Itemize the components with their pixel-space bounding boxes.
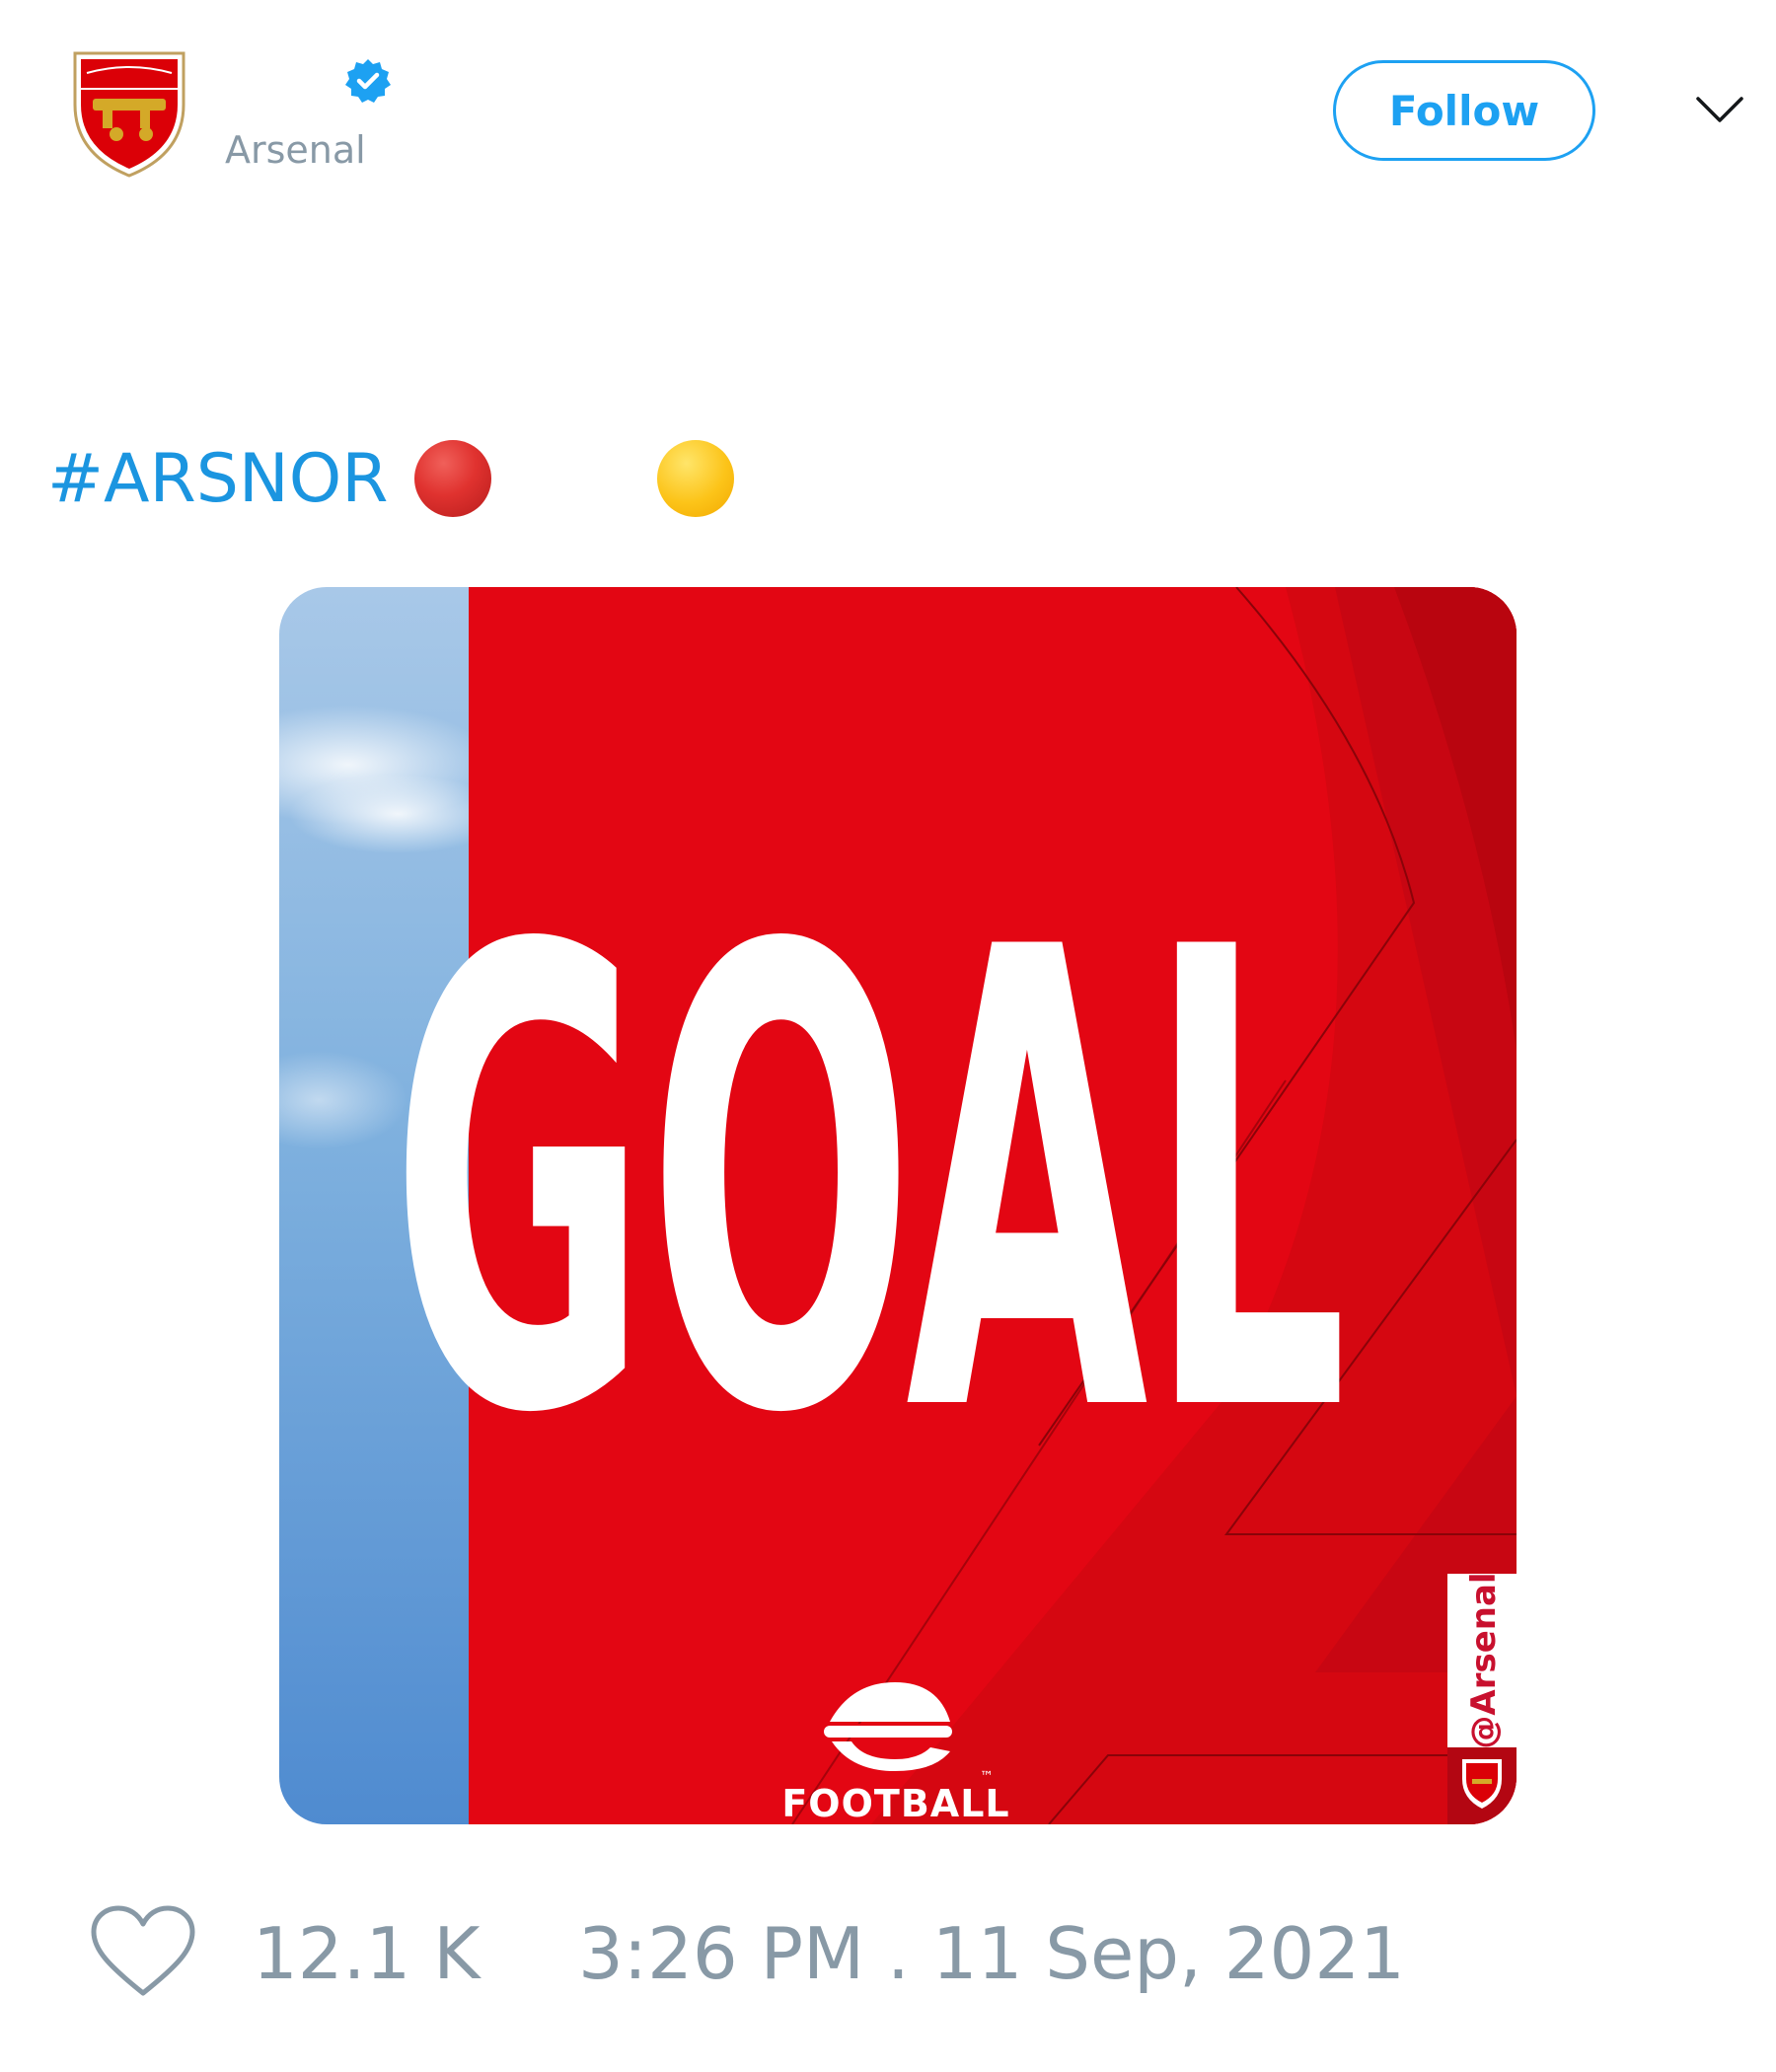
avatar[interactable]	[67, 43, 191, 182]
arsenal-crest-icon	[73, 51, 185, 178]
yellow-circle-emoji-icon	[656, 440, 734, 517]
red-circle-emoji-icon	[413, 440, 491, 517]
chevron-down-icon[interactable]	[1695, 93, 1744, 126]
tweet-timestamp[interactable]: 3:26 PM . 11 Sep, 2021	[578, 1914, 1405, 1993]
heart-icon[interactable]	[89, 1904, 197, 1999]
follow-button[interactable]: Follow	[1333, 60, 1595, 161]
hashtag-link[interactable]: #ARSNOR	[47, 440, 389, 518]
tweet-media-image[interactable]: GOAL FOOTBALL ™ @Arsenal	[279, 587, 1517, 1824]
account-handle[interactable]: Arsenal	[225, 128, 366, 172]
efootball-wordmark: FOOTBALL	[781, 1782, 1009, 1824]
tweet-text: #ARSNOR	[47, 439, 734, 518]
verified-badge-icon	[344, 57, 392, 105]
watermark-handle: @Arsenal	[1464, 1572, 1504, 1748]
goal-headline: GOAL	[391, 816, 1348, 1551]
like-count: 12.1 K	[253, 1912, 481, 1995]
trademark-symbol: ™	[980, 1769, 994, 1785]
